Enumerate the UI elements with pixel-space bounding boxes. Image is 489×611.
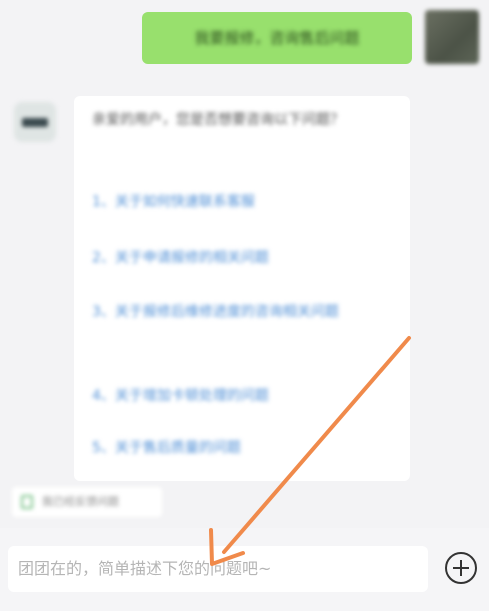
add-button[interactable] (443, 550, 479, 586)
user-message-bubble: 我要报修，咨询售后问题 (142, 12, 412, 64)
bot-greeting-text: 亲爱的用户，您是否想要咨询以下问题？ (92, 112, 344, 128)
faq-link[interactable]: 4、关于增加卡顿处理的问题 (92, 384, 372, 408)
bot-avatar (14, 102, 56, 142)
faq-link[interactable]: 1、关于如何快速联系客服 (92, 190, 372, 214)
document-icon (21, 495, 33, 509)
faq-link[interactable]: 3、关于报修后维修进度的咨询相关问题 (92, 300, 372, 324)
user-message-text: 我要报修，咨询售后问题 (194, 29, 360, 47)
feedback-chip[interactable]: 我已经反馈问题 (12, 487, 162, 517)
feedback-chip-label: 我已经反馈问题 (42, 495, 119, 508)
user-avatar[interactable] (425, 10, 479, 64)
message-input[interactable]: 团团在的，简单描述下您的问题吧~ (8, 546, 428, 592)
faq-link[interactable]: 5、关于售后质量的问题 (92, 436, 372, 460)
faq-link[interactable]: 2、关于申请报修的相关问题 (92, 246, 372, 270)
bot-reply-card: 亲爱的用户，您是否想要咨询以下问题？ 1、关于如何快速联系客服 2、关于申请报修… (74, 96, 410, 481)
